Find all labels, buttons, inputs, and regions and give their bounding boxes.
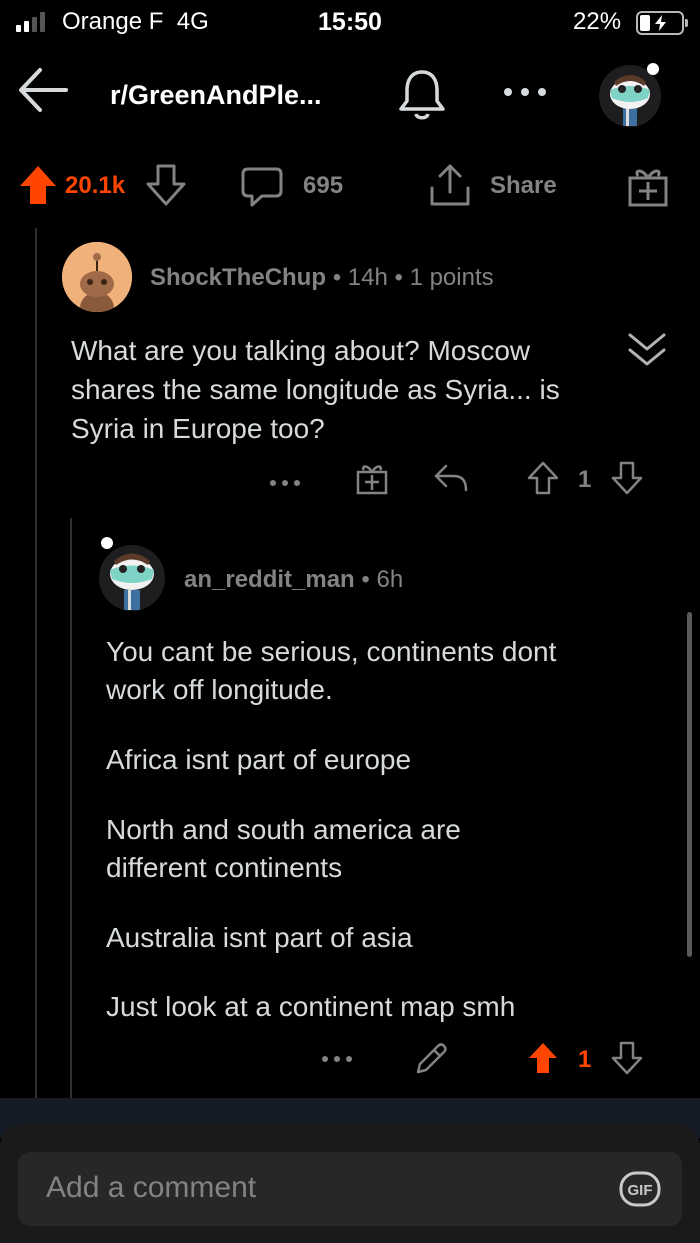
comment-author-avatar[interactable] xyxy=(62,242,132,312)
upvote-icon[interactable] xyxy=(526,1040,560,1076)
svg-text:GIF: GIF xyxy=(628,1182,653,1199)
comment-body: What are you talking about? Moscow share… xyxy=(71,331,560,448)
comment-points: 1 points xyxy=(409,264,494,291)
comment-paragraph: Australia isnt part of asia xyxy=(106,919,676,957)
nav-header: r/GreenAndPle... xyxy=(0,50,700,140)
comment-line: North and south america are xyxy=(106,814,461,845)
comment-username[interactable]: an_reddit_man xyxy=(184,566,355,593)
thread-line[interactable] xyxy=(70,518,72,1118)
comment-line: Australia isnt part of asia xyxy=(106,922,413,953)
comment-line: different continents xyxy=(106,852,343,883)
comment-meta: an_reddit_man • 6h xyxy=(184,566,404,593)
status-bar: Orange F 4G 15:50 22% xyxy=(0,0,700,46)
more-icon[interactable] xyxy=(502,86,548,98)
downvote-icon[interactable] xyxy=(146,164,186,206)
bell-icon[interactable] xyxy=(396,68,448,122)
back-arrow-icon[interactable] xyxy=(16,62,72,118)
comment-username[interactable]: ShockTheChup xyxy=(150,264,326,291)
share-button[interactable]: Share xyxy=(490,172,557,200)
battery-icon xyxy=(636,11,688,35)
collapse-icon[interactable] xyxy=(624,330,670,370)
post-action-bar: 20.1k 695 Share xyxy=(0,156,700,212)
comment-input-placeholder: Add a comment xyxy=(46,1171,257,1204)
comment-author-avatar[interactable] xyxy=(96,534,168,612)
downvote-icon[interactable] xyxy=(610,460,644,496)
comment-vote-count: 1 xyxy=(578,1046,592,1073)
comment-paragraph: Africa isnt part of europe xyxy=(106,741,676,779)
thread-line[interactable] xyxy=(35,228,37,1128)
comment-line: What are you talking about? Moscow xyxy=(71,335,531,366)
comment-vote-count: 1 xyxy=(578,466,592,493)
comment-paragraph: You cant be serious, continents dont wor… xyxy=(106,633,676,709)
reply-icon[interactable] xyxy=(432,462,470,494)
gif-icon[interactable]: GIF xyxy=(618,1170,662,1208)
comment-paragraph: Just look at a continent map smh xyxy=(106,988,676,1026)
battery-percent: 22% xyxy=(573,8,622,35)
upvote-icon[interactable] xyxy=(18,164,58,206)
comment-count: 695 xyxy=(303,172,344,199)
comment-line: You cant be serious, continents dont xyxy=(106,636,557,667)
award-icon[interactable] xyxy=(626,164,670,208)
comment-line: Syria in Europe too? xyxy=(71,413,325,444)
share-icon[interactable] xyxy=(428,162,472,208)
vote-count: 20.1k xyxy=(65,172,126,199)
more-icon[interactable] xyxy=(268,478,302,488)
comment-age: 14h xyxy=(347,264,388,291)
comment-line: Africa isnt part of europe xyxy=(106,744,412,775)
comment-age: 6h xyxy=(376,566,404,593)
comment-line: Just look at a continent map smh xyxy=(106,991,516,1022)
comment-paragraph: North and south america are different co… xyxy=(106,811,676,887)
downvote-icon[interactable] xyxy=(610,1040,644,1076)
award-icon[interactable] xyxy=(354,460,390,496)
user-avatar[interactable] xyxy=(596,60,664,128)
comment-input[interactable]: Add a comment xyxy=(18,1152,682,1226)
subreddit-title[interactable]: r/GreenAndPle... xyxy=(110,80,322,111)
more-icon[interactable] xyxy=(320,1054,354,1064)
edit-icon[interactable] xyxy=(412,1040,450,1078)
comment-meta: ShockTheChup • 14h • 1 points xyxy=(150,264,494,291)
comment-icon[interactable] xyxy=(240,166,284,208)
scrollbar[interactable] xyxy=(687,612,692,957)
upvote-icon[interactable] xyxy=(526,460,560,496)
comment-line: work off longitude. xyxy=(106,674,333,705)
comment-line: shares the same longitude as Syria... is xyxy=(71,374,560,405)
